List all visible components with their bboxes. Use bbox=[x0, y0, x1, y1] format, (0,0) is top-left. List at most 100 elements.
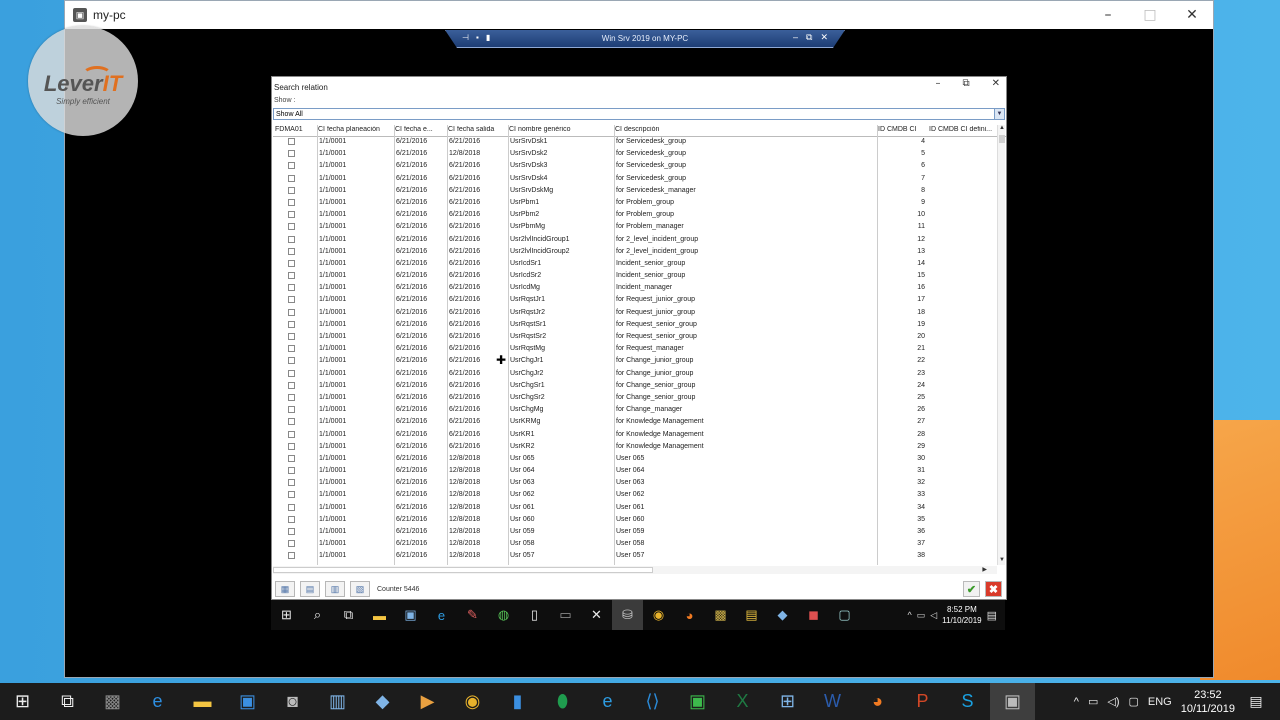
column-header[interactable]: CI fecha e... bbox=[395, 126, 447, 137]
horizontal-scrollbar[interactable]: ▶ bbox=[273, 566, 997, 574]
scroll-right-icon[interactable]: ▶ bbox=[982, 566, 987, 573]
column-header[interactable]: CI descripción bbox=[615, 126, 877, 137]
remote-clock[interactable]: 8:52 PM 11/10/2019 bbox=[942, 604, 981, 626]
column-header[interactable]: CI fecha planeación bbox=[318, 126, 394, 137]
notification-icon[interactable]: ▤ bbox=[987, 609, 1005, 622]
row-checkbox[interactable] bbox=[288, 247, 295, 255]
table-row[interactable]: 1/1/0001 6/21/2016 6/21/2016 UsrSrvDsk4 for … bbox=[273, 174, 1006, 186]
row-checkbox[interactable] bbox=[288, 150, 295, 158]
scroll-down-icon[interactable]: ▼ bbox=[998, 557, 1006, 565]
task-view-icon[interactable]: ⧉ bbox=[333, 600, 364, 630]
chrome-icon[interactable]: ◉ bbox=[450, 683, 495, 720]
column-header[interactable]: CI fecha salida bbox=[448, 126, 508, 137]
task-view-icon[interactable]: ⧉ bbox=[45, 683, 90, 720]
network-app-icon[interactable]: ⊞ bbox=[765, 683, 810, 720]
row-checkbox[interactable] bbox=[288, 223, 295, 231]
windows-start-icon[interactable]: ⊞ bbox=[271, 600, 302, 630]
column-header[interactable]: FDMA01 bbox=[275, 126, 317, 137]
edge-icon[interactable]: e bbox=[135, 683, 180, 720]
volume-icon[interactable]: ◁ bbox=[930, 610, 937, 621]
table-row[interactable]: 1/1/0001 6/21/2016 6/21/2016 UsrChgMg for Ch… bbox=[273, 405, 1006, 417]
document-icon[interactable]: ▯ bbox=[519, 600, 550, 630]
table-row[interactable]: 1/1/0001 6/21/2016 6/21/2016 UsrPbm2 for Pro… bbox=[273, 210, 1006, 222]
table-row[interactable]: 1/1/0001 6/21/2016 6/21/2016 UsrChgJr2 for C… bbox=[273, 369, 1006, 381]
remote-desktop-app-icon[interactable]: ▣ bbox=[990, 683, 1035, 720]
table-row[interactable]: 1/1/0001 6/21/2016 12/8/2018 Usr 057 User 05… bbox=[273, 551, 1006, 563]
lock-icon[interactable]: ▪ bbox=[476, 33, 479, 42]
table-row[interactable]: 1/1/0001 6/21/2016 6/21/2016 UsrSrvDsk3 for … bbox=[273, 161, 1006, 173]
row-checkbox[interactable] bbox=[288, 174, 295, 182]
row-checkbox[interactable] bbox=[288, 454, 295, 462]
vertical-scrollbar[interactable]: ▲ ▼ bbox=[997, 125, 1005, 565]
dialog-titlebar[interactable]: Search relation – ⧉ ✕ bbox=[272, 77, 1006, 97]
word-icon[interactable]: W bbox=[810, 683, 855, 720]
vscode-icon[interactable]: ⟨⟩ bbox=[630, 683, 675, 720]
printer-icon[interactable]: ▭ bbox=[550, 600, 581, 630]
chrome-icon[interactable]: ◉ bbox=[643, 600, 674, 630]
row-checkbox[interactable] bbox=[288, 198, 295, 206]
rdp-connection-bar[interactable]: ⊣ ▪ ▮ Win Srv 2019 on MY-PC – ⧉ ✕ bbox=[445, 30, 845, 48]
rdp-minimize-icon[interactable]: – bbox=[793, 32, 798, 43]
table-row[interactable]: 1/1/0001 6/21/2016 6/21/2016 UsrIcdSr2 Incid… bbox=[273, 271, 1006, 283]
minimize-icon[interactable]: – bbox=[1087, 1, 1129, 29]
row-checkbox[interactable] bbox=[288, 442, 295, 450]
table-row[interactable]: 1/1/0001 6/21/2016 12/8/2018 Usr 061 User 06… bbox=[273, 503, 1006, 515]
table-row[interactable]: 1/1/0001 6/21/2016 12/8/2018 UsrSrvDsk2 for … bbox=[273, 149, 1006, 161]
row-checkbox[interactable] bbox=[288, 552, 295, 560]
row-checkbox[interactable] bbox=[288, 211, 295, 219]
green-app-icon[interactable]: ⬮ bbox=[540, 683, 585, 720]
row-checkbox[interactable] bbox=[288, 467, 295, 475]
close-icon[interactable]: ✕ bbox=[1171, 1, 1213, 29]
tool-app-icon[interactable]: ✎ bbox=[457, 600, 488, 630]
window-titlebar[interactable]: ▣ my-pc – □ ✕ bbox=[65, 1, 1213, 29]
rdp-close-icon[interactable]: ✕ bbox=[820, 32, 828, 43]
hscroll-thumb[interactable] bbox=[273, 567, 653, 573]
table-row[interactable]: 1/1/0001 6/21/2016 12/8/2018 Usr 065 User 06… bbox=[273, 454, 1006, 466]
excel-icon[interactable]: X bbox=[720, 683, 765, 720]
column-header[interactable]: ID CMDB CI defini... bbox=[929, 126, 999, 137]
chevron-down-icon[interactable]: ▼ bbox=[994, 109, 1004, 119]
server-manager-icon[interactable]: ▣ bbox=[395, 600, 426, 630]
row-checkbox[interactable] bbox=[288, 138, 295, 145]
books-app-icon[interactable]: ▮ bbox=[495, 683, 540, 720]
database-app-icon[interactable]: ⛁ bbox=[612, 600, 643, 630]
row-checkbox[interactable] bbox=[288, 503, 295, 511]
list-view-icon[interactable]: ▤ bbox=[300, 581, 320, 597]
row-checkbox[interactable] bbox=[288, 272, 295, 280]
row-checkbox[interactable] bbox=[288, 357, 295, 365]
server-manager-icon[interactable]: ▥ bbox=[315, 683, 360, 720]
row-checkbox[interactable] bbox=[288, 515, 295, 523]
table-row[interactable]: 1/1/0001 6/21/2016 6/21/2016 UsrPbm1 for Pro… bbox=[273, 198, 1006, 210]
search-icon[interactable]: ⌕ bbox=[302, 600, 333, 630]
row-checkbox[interactable] bbox=[288, 479, 295, 487]
table-row[interactable]: 1/1/0001 6/21/2016 12/8/2018 Usr 058 User 05… bbox=[273, 539, 1006, 551]
row-checkbox[interactable] bbox=[288, 320, 295, 328]
row-checkbox[interactable] bbox=[288, 528, 295, 535]
dialog-close-icon[interactable]: ✕ bbox=[992, 78, 1000, 89]
powerpoint-icon[interactable]: P bbox=[900, 683, 945, 720]
table-row[interactable]: 1/1/0001 6/21/2016 12/8/2018 Usr 059 User 05… bbox=[273, 527, 1006, 539]
dialog-minimize-icon[interactable]: – bbox=[935, 78, 940, 89]
row-checkbox[interactable] bbox=[288, 259, 295, 267]
table-row[interactable]: 1/1/0001 6/21/2016 6/21/2016 UsrRqstJr2 for … bbox=[273, 308, 1006, 320]
row-checkbox[interactable] bbox=[288, 430, 295, 438]
row-checkbox[interactable] bbox=[288, 308, 295, 316]
file-explorer-icon[interactable]: ▬ bbox=[364, 600, 395, 630]
internet-explorer-icon[interactable]: e bbox=[585, 683, 630, 720]
row-checkbox[interactable] bbox=[288, 393, 295, 401]
tools-icon[interactable]: ✕ bbox=[581, 600, 612, 630]
volume-icon[interactable]: ◁) bbox=[1107, 695, 1119, 708]
maximize-icon[interactable]: □ bbox=[1129, 1, 1171, 29]
chevron-up-icon[interactable]: ^ bbox=[907, 610, 911, 620]
game-app-icon[interactable]: ▩ bbox=[705, 600, 736, 630]
table-view-icon[interactable]: ▧ bbox=[350, 581, 370, 597]
black-window-app-icon[interactable]: ▩ bbox=[90, 683, 135, 720]
table-row[interactable]: 1/1/0001 6/21/2016 6/21/2016 UsrRqstSr1 for … bbox=[273, 320, 1006, 332]
column-header[interactable]: CI nombre genérico bbox=[509, 126, 614, 137]
row-checkbox[interactable] bbox=[288, 540, 295, 548]
show-filter-select[interactable]: Show All ▼ bbox=[273, 108, 1005, 120]
folder-app-icon[interactable]: ▶ bbox=[405, 683, 450, 720]
battery-icon[interactable]: ▭ bbox=[1088, 695, 1098, 708]
camera-app-icon[interactable]: ◙ bbox=[270, 683, 315, 720]
action-center-icon[interactable]: ▤ bbox=[1244, 690, 1268, 714]
